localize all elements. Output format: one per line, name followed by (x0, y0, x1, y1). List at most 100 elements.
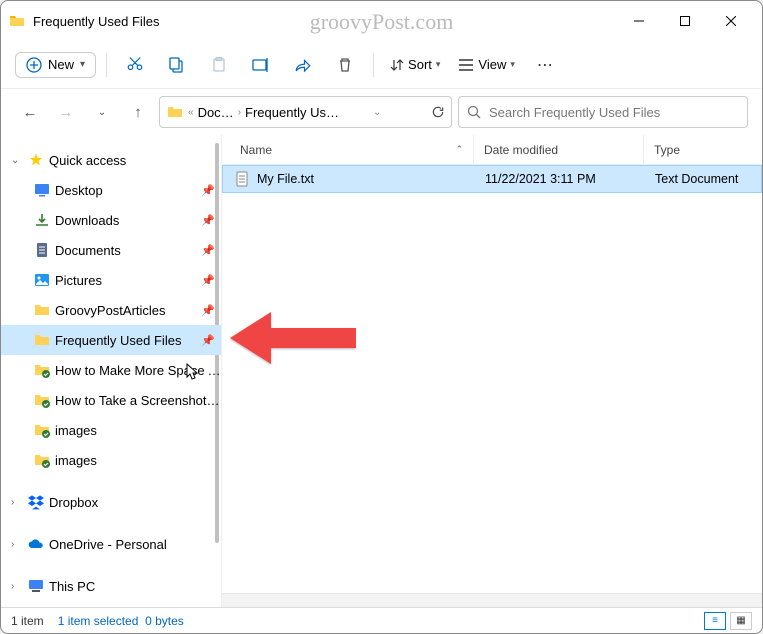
sidebar-item-images-1[interactable]: images (1, 415, 221, 445)
view-button[interactable]: View ▾ (452, 53, 520, 76)
chevron-down-icon[interactable]: ⌄ (373, 107, 381, 118)
pin-icon[interactable]: 📌 (201, 334, 215, 347)
nav-pane[interactable]: ⌄ Quick access Desktop 📌 Downloads 📌 Doc… (1, 135, 221, 607)
sidebar-item-onedrive[interactable]: › OneDrive - Personal (1, 529, 221, 559)
search-icon (467, 105, 481, 119)
nav-label: This PC (49, 579, 221, 594)
col-date[interactable]: Date modified (474, 135, 644, 164)
view-label: View (478, 57, 506, 72)
details-view-button[interactable]: ≡ (704, 612, 726, 630)
window-title: Frequently Used Files (33, 14, 159, 29)
download-icon (33, 211, 51, 229)
separator (373, 53, 374, 77)
nav-label: images (55, 423, 221, 438)
cut-button[interactable] (117, 47, 153, 83)
paste-button[interactable] (201, 47, 237, 83)
pin-icon[interactable]: 📌 (201, 214, 215, 227)
file-type: Text Document (645, 172, 761, 186)
nav-label: How to Make More Space Av (55, 363, 221, 378)
col-name[interactable]: Name ⌃ (222, 135, 474, 164)
desktop-icon (33, 181, 51, 199)
file-list[interactable]: Name ⌃ Date modified Type My File.txt 11… (221, 135, 762, 607)
chevron-right-icon: › (238, 107, 241, 118)
chevron-down-icon: ▾ (436, 59, 441, 70)
search-box[interactable]: Search Frequently Used Files (458, 96, 748, 128)
back-button[interactable]: ← (15, 97, 45, 127)
content-area: ⌄ Quick access Desktop 📌 Downloads 📌 Doc… (1, 135, 762, 607)
chevron-down-icon: ▾ (510, 59, 515, 70)
quick-access[interactable]: ⌄ Quick access (1, 145, 221, 175)
close-button[interactable] (708, 5, 754, 37)
column-headers: Name ⌃ Date modified Type (222, 135, 762, 165)
folder-sync-icon (33, 361, 51, 379)
recent-dropdown[interactable]: ⌄ (87, 97, 117, 127)
watermark: groovyPost.com (310, 9, 454, 35)
document-icon (33, 241, 51, 259)
file-row[interactable]: My File.txt 11/22/2021 3:11 PM Text Docu… (222, 165, 762, 193)
nav-label: OneDrive - Personal (49, 537, 221, 552)
folder-icon (166, 103, 184, 121)
nav-label: GroovyPostArticles (55, 303, 197, 318)
sidebar-item-desktop[interactable]: Desktop 📌 (1, 175, 221, 205)
view-icon (458, 58, 474, 72)
more-button[interactable]: ⋯ (527, 47, 563, 83)
breadcrumb-seg-2[interactable]: Frequently Us… (245, 105, 339, 120)
col-name-label: Name (240, 143, 272, 157)
pictures-icon (33, 271, 51, 289)
sort-button[interactable]: Sort ▾ (384, 53, 446, 76)
rename-button[interactable] (243, 47, 279, 83)
textfile-icon (233, 170, 251, 188)
titlebar: Frequently Used Files groovyPost.com (1, 1, 762, 41)
sidebar-item-images-2[interactable]: images (1, 445, 221, 475)
sidebar-item-downloads[interactable]: Downloads 📌 (1, 205, 221, 235)
nav-row: ← → ⌄ ↑ « Doc… › Frequently Us… ⌄ Search… (1, 89, 762, 135)
col-type[interactable]: Type (644, 135, 762, 164)
sidebar-item-groovy[interactable]: GroovyPostArticles 📌 (1, 295, 221, 325)
folder-sync-icon (33, 391, 51, 409)
up-button[interactable]: ↑ (123, 97, 153, 127)
pin-icon[interactable]: 📌 (201, 184, 215, 197)
sidebar-item-dropbox[interactable]: › Dropbox (1, 487, 221, 517)
pin-icon[interactable]: 📌 (201, 274, 215, 287)
sidebar-item-frequently-used[interactable]: Frequently Used Files 📌 (1, 325, 221, 355)
sidebar-item-pictures[interactable]: Pictures 📌 (1, 265, 221, 295)
nav-label: Quick access (49, 153, 221, 168)
sidebar-item-space[interactable]: How to Make More Space Av (1, 355, 221, 385)
share-button[interactable] (285, 47, 321, 83)
sidebar-item-documents[interactable]: Documents 📌 (1, 235, 221, 265)
chevron-right-icon[interactable]: › (11, 497, 23, 508)
nav-label: Frequently Used Files (55, 333, 197, 348)
chevron-down-icon[interactable]: ⌄ (11, 155, 23, 166)
sidebar-item-screenshot[interactable]: How to Take a Screenshot on (1, 385, 221, 415)
delete-button[interactable] (327, 47, 363, 83)
maximize-button[interactable] (662, 5, 708, 37)
chevron-down-icon: ▾ (80, 59, 85, 70)
horizontal-scrollbar[interactable] (222, 593, 762, 607)
chevron-right-icon[interactable]: › (11, 539, 23, 550)
address-bar[interactable]: « Doc… › Frequently Us… ⌄ (159, 96, 452, 128)
nav-label: Downloads (55, 213, 197, 228)
folder-icon (33, 301, 51, 319)
col-date-label: Date modified (484, 143, 558, 157)
refresh-button[interactable] (431, 105, 445, 119)
nav-label: Desktop (55, 183, 197, 198)
toolbar: New ▾ Sort ▾ View ▾ ⋯ (1, 41, 762, 89)
folder-icon (33, 331, 51, 349)
sort-asc-icon: ⌃ (455, 144, 463, 155)
folder-sync-icon (33, 451, 51, 469)
status-size: 0 bytes (145, 614, 184, 628)
forward-button[interactable]: → (51, 97, 81, 127)
new-button[interactable]: New ▾ (15, 52, 96, 78)
pin-icon[interactable]: 📌 (201, 244, 215, 257)
sidebar-item-thispc[interactable]: › This PC (1, 571, 221, 601)
separator (106, 53, 107, 77)
pin-icon[interactable]: 📌 (201, 304, 215, 317)
copy-button[interactable] (159, 47, 195, 83)
explorer-window: Frequently Used Files groovyPost.com New… (0, 0, 763, 634)
chevron-right-icon[interactable]: › (11, 581, 23, 592)
minimize-button[interactable] (616, 5, 662, 37)
history-chevron-icon[interactable]: « (188, 107, 194, 118)
nav-label: Documents (55, 243, 197, 258)
breadcrumb-seg-1[interactable]: Doc… (198, 105, 234, 120)
thumbnails-view-button[interactable]: ▦ (730, 612, 752, 630)
